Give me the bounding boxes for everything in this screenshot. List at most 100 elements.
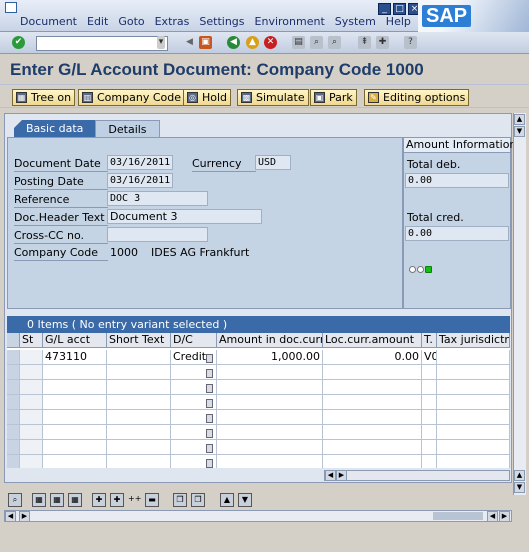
- cell-loc-amount[interactable]: 0.00: [323, 350, 422, 365]
- cell-amount[interactable]: [217, 425, 323, 440]
- cell-status[interactable]: [20, 440, 43, 455]
- cell-amount[interactable]: [217, 440, 323, 455]
- cell-tax-code[interactable]: [422, 455, 437, 468]
- dc-dropdown-icon[interactable]: [206, 384, 213, 393]
- dc-dropdown-icon[interactable]: [206, 429, 213, 438]
- dc-dropdown-icon[interactable]: [206, 459, 213, 468]
- hold-button[interactable]: ◎ Hold: [183, 89, 232, 106]
- cell-status[interactable]: [20, 455, 43, 468]
- help-icon[interactable]: ?: [404, 36, 417, 49]
- posting-date-field[interactable]: 03/16/2011: [107, 173, 173, 188]
- cell-loc-amount[interactable]: [323, 365, 422, 380]
- save-icon[interactable]: ▣: [199, 36, 212, 49]
- back-icon[interactable]: ◀: [227, 36, 240, 49]
- find-next-icon[interactable]: ⌕: [328, 36, 341, 49]
- cell-gl-acct[interactable]: [43, 455, 107, 468]
- row-selector[interactable]: [7, 410, 20, 425]
- filter-icon[interactable]: ▼: [238, 493, 252, 507]
- cell-gl-acct[interactable]: [43, 380, 107, 395]
- company-code-button[interactable]: ▥ Company Code: [78, 89, 185, 106]
- cell-tax-jurisdiction[interactable]: [437, 365, 510, 380]
- col-loc-amount[interactable]: Loc.curr.amount: [323, 333, 422, 348]
- paste-icon[interactable]: ❐: [191, 493, 205, 507]
- tab-basic-data[interactable]: Basic data: [14, 120, 96, 137]
- sort-icon[interactable]: ▲: [220, 493, 234, 507]
- col-tax-jurisdiction[interactable]: Tax jurisdictn co: [437, 333, 510, 348]
- cell-tax-jurisdiction[interactable]: [437, 440, 510, 455]
- cell-gl-acct[interactable]: [43, 410, 107, 425]
- delete-row-icon[interactable]: ▬: [145, 493, 159, 507]
- menu-system[interactable]: System: [335, 15, 376, 28]
- scroll-down-icon[interactable]: ▼: [514, 482, 525, 493]
- cell-loc-amount[interactable]: [323, 425, 422, 440]
- page-scroll-left-end-icon[interactable]: ◀: [487, 511, 498, 522]
- vertical-scrollbar[interactable]: ▲ ▼ ▲ ▼: [513, 113, 526, 495]
- col-short-text[interactable]: Short Text: [107, 333, 171, 348]
- cell-short-text[interactable]: [107, 380, 171, 395]
- menu-edit[interactable]: Edit: [87, 15, 108, 28]
- menu-environment[interactable]: Environment: [255, 15, 325, 28]
- col-gl-acct[interactable]: G/L acct: [43, 333, 107, 348]
- scroll-thumb[interactable]: [433, 512, 483, 520]
- dc-dropdown-icon[interactable]: [206, 414, 213, 423]
- print-icon[interactable]: ▤: [292, 36, 305, 49]
- row-selector[interactable]: [7, 395, 20, 410]
- col-status[interactable]: St: [20, 333, 43, 348]
- page-scroll-right-end-icon[interactable]: ▶: [499, 511, 510, 522]
- row-selector[interactable]: [7, 425, 20, 440]
- cell-amount[interactable]: [217, 380, 323, 395]
- back-arrow-icon[interactable]: ◀: [183, 36, 196, 49]
- menu-settings[interactable]: Settings: [199, 15, 244, 28]
- minimize-icon[interactable]: _: [378, 3, 391, 15]
- cell-short-text[interactable]: [107, 440, 171, 455]
- page-scroll-right-icon[interactable]: ▶: [19, 511, 30, 522]
- row-selector[interactable]: [7, 365, 20, 380]
- insert-row-icon[interactable]: ✚: [92, 493, 106, 507]
- cell-loc-amount[interactable]: [323, 410, 422, 425]
- dc-dropdown-icon[interactable]: [206, 444, 213, 453]
- cell-loc-amount[interactable]: [323, 440, 422, 455]
- command-field[interactable]: [36, 36, 168, 51]
- doc-header-text-field[interactable]: Document 3: [107, 209, 262, 224]
- tab-details[interactable]: Details: [95, 120, 160, 137]
- cell-short-text[interactable]: [107, 410, 171, 425]
- create-session-icon[interactable]: ✚: [376, 36, 389, 49]
- cell-short-text[interactable]: [107, 350, 171, 365]
- document-date-field[interactable]: 03/16/2011: [107, 155, 173, 170]
- cell-gl-acct[interactable]: [43, 365, 107, 380]
- scroll-up-icon[interactable]: ▲: [514, 114, 525, 125]
- copy-icon[interactable]: ❐: [173, 493, 187, 507]
- cell-tax-code[interactable]: [422, 425, 437, 440]
- system-menu-icon[interactable]: [5, 2, 17, 13]
- cross-cc-field[interactable]: [107, 227, 208, 242]
- cell-amount[interactable]: [217, 365, 323, 380]
- tree-on-button[interactable]: ▦ Tree on: [12, 89, 76, 106]
- cell-amount[interactable]: 1,000.00: [217, 350, 323, 365]
- cell-amount[interactable]: [217, 410, 323, 425]
- park-button[interactable]: ▣ Park: [310, 89, 357, 106]
- menu-help[interactable]: Help: [386, 15, 411, 28]
- row-selector[interactable]: [7, 380, 20, 395]
- reference-field[interactable]: DOC 3: [107, 191, 208, 206]
- first-page-icon[interactable]: ⇞: [358, 36, 371, 49]
- row-selector[interactable]: [7, 455, 20, 468]
- cell-tax-jurisdiction[interactable]: [437, 395, 510, 410]
- cell-gl-acct[interactable]: [43, 425, 107, 440]
- scroll-right-icon[interactable]: ▶: [336, 470, 347, 481]
- find-icon[interactable]: ⌕: [310, 36, 323, 49]
- cell-tax-code[interactable]: V0: [422, 350, 437, 365]
- cell-tax-code[interactable]: [422, 365, 437, 380]
- menu-extras[interactable]: Extras: [155, 15, 190, 28]
- cell-tax-jurisdiction[interactable]: [437, 410, 510, 425]
- cell-amount[interactable]: [217, 395, 323, 410]
- command-dropdown-icon[interactable]: ▾: [157, 36, 165, 49]
- cell-status[interactable]: [20, 365, 43, 380]
- cell-gl-acct[interactable]: [43, 440, 107, 455]
- cell-tax-code[interactable]: [422, 410, 437, 425]
- col-amount[interactable]: Amount in doc.curr.: [217, 333, 323, 348]
- col-tax-code[interactable]: T.: [422, 333, 437, 348]
- currency-field[interactable]: USD: [255, 155, 291, 170]
- scroll-up-bottom-icon[interactable]: ▲: [514, 470, 525, 481]
- page-scroll-left-icon[interactable]: ◀: [5, 511, 16, 522]
- scroll-down-small-icon[interactable]: ▼: [514, 126, 525, 137]
